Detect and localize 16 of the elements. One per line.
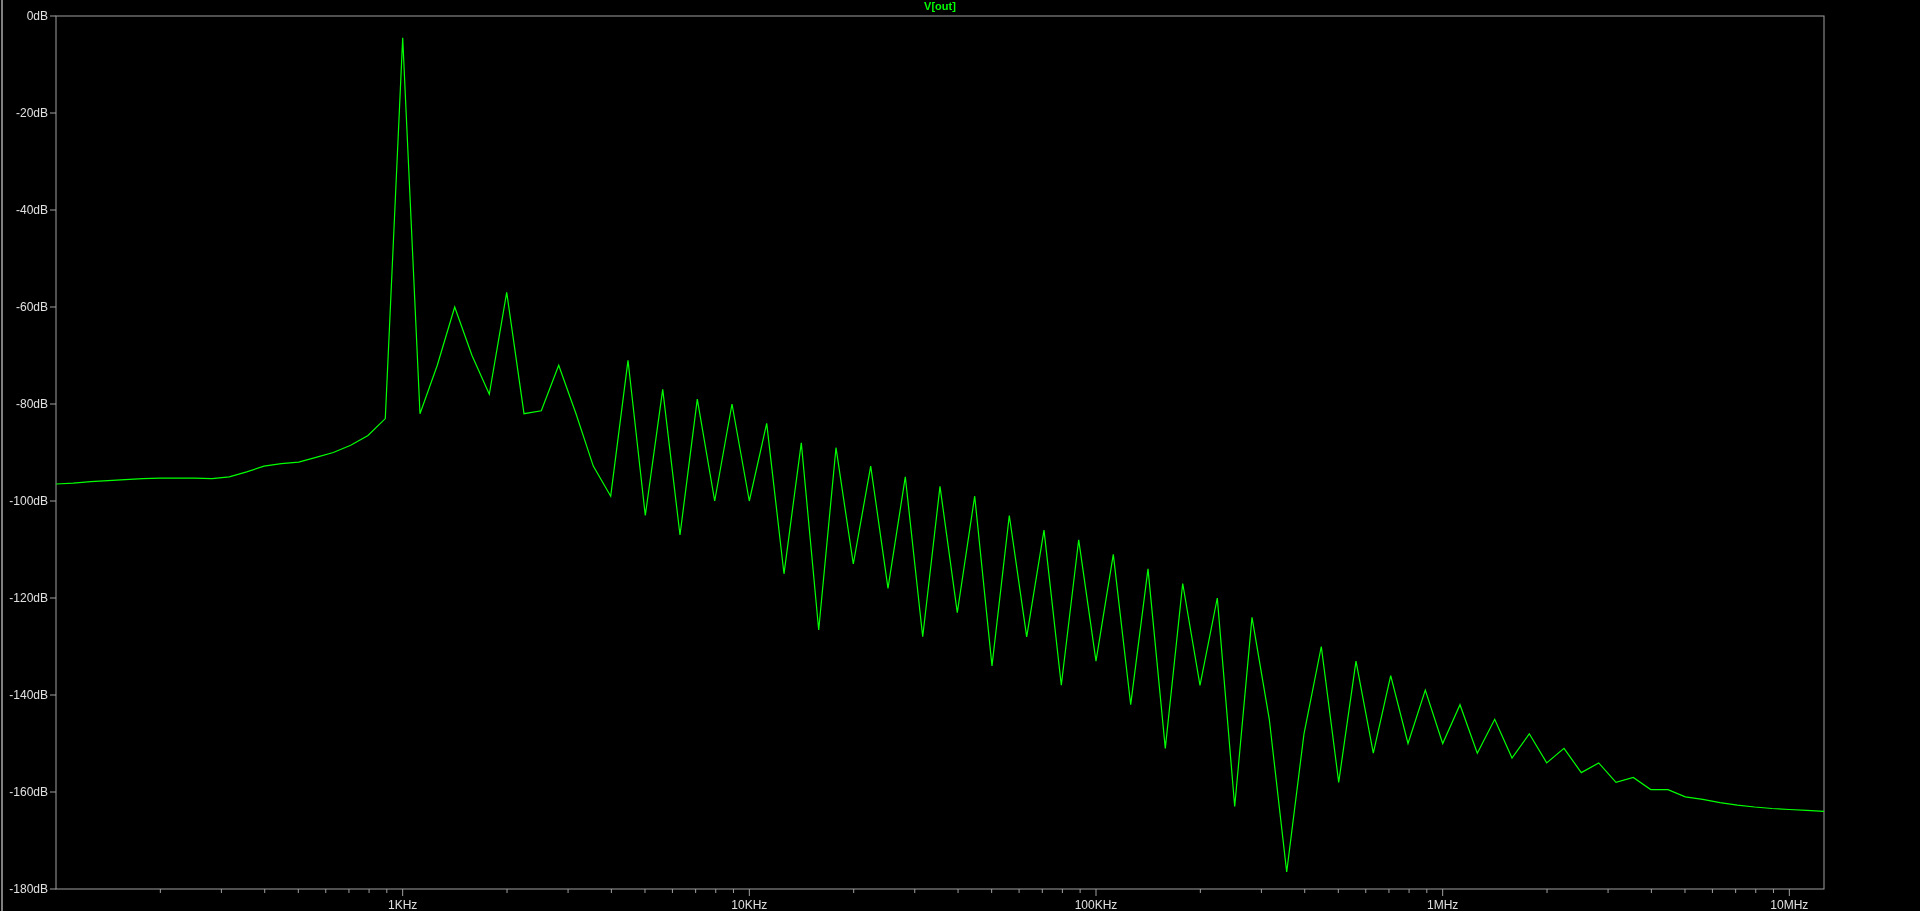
y-tick-label: -160dB [9, 785, 48, 799]
y-tick-label: -100dB [9, 494, 48, 508]
y-tick-label: -80dB [15, 397, 48, 411]
x-tick-label: 10MHz [1770, 898, 1809, 911]
x-tick-label: 1MHz [1427, 898, 1459, 911]
y-tick-label: -120dB [9, 591, 48, 605]
y-tick-label: -40dB [15, 203, 48, 217]
y-tick-label: -180dB [9, 882, 48, 896]
y-tick-label: 0dB [26, 9, 48, 23]
y-tick-label: -140dB [9, 688, 48, 702]
y-tick-label: -20dB [15, 106, 48, 120]
x-tick-label: 10KHz [731, 898, 768, 911]
chart-title: V[out] [924, 0, 956, 12]
y-tick-label: -60dB [15, 300, 48, 314]
x-tick-label: 100KHz [1074, 898, 1118, 911]
x-tick-label: 1KHz [388, 898, 418, 911]
